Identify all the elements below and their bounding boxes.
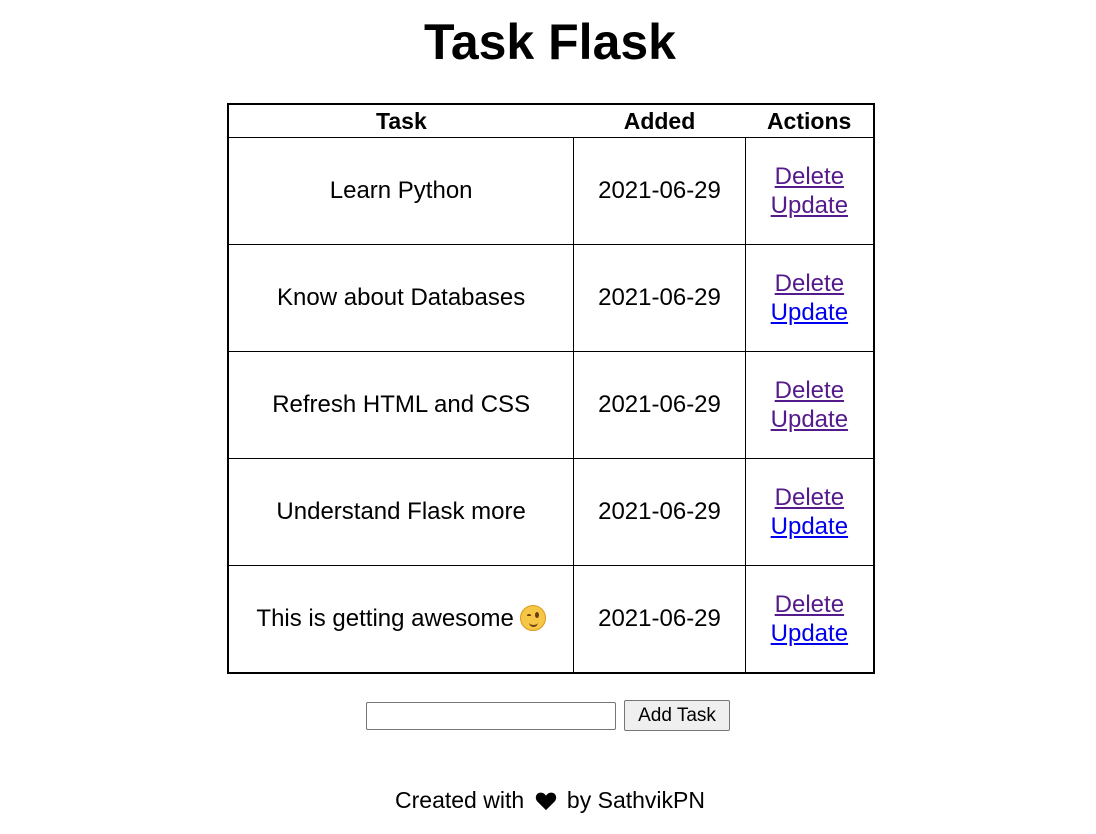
footer: Created with by SathvikPN xyxy=(0,786,1096,814)
table-row: This is getting awesome 2021-06-29 Delet… xyxy=(227,565,875,674)
table-row: Know about Databases 2021-06-29 Delete U… xyxy=(227,244,875,352)
column-header-actions: Actions xyxy=(745,104,874,138)
task-text: This is getting awesome xyxy=(256,605,514,632)
footer-suffix: by SathvikPN xyxy=(566,787,705,813)
added-cell: 2021-06-29 xyxy=(573,565,746,674)
tasks-table: Task Added Actions Learn Python 2021-06-… xyxy=(227,103,875,674)
table-header-row: Task Added Actions xyxy=(228,104,874,138)
delete-link[interactable]: Delete xyxy=(746,590,873,619)
delete-link[interactable]: Delete xyxy=(746,483,873,512)
page: Task Flask Task Added Actions Learn Pyth… xyxy=(0,0,1096,834)
delete-link[interactable]: Delete xyxy=(746,269,873,298)
table-row: Understand Flask more 2021-06-29 Delete … xyxy=(227,458,875,566)
update-link[interactable]: Update xyxy=(746,191,873,220)
added-cell: 2021-06-29 xyxy=(573,244,746,352)
added-cell: 2021-06-29 xyxy=(573,137,746,245)
column-header-added: Added xyxy=(573,104,746,138)
table-row: Learn Python 2021-06-29 Delete Update xyxy=(227,137,875,245)
update-link[interactable]: Update xyxy=(746,512,873,541)
update-link[interactable]: Update xyxy=(746,619,873,648)
added-cell: 2021-06-29 xyxy=(573,351,746,459)
actions-cell: Delete Update xyxy=(744,244,875,352)
task-input[interactable] xyxy=(366,701,616,730)
task-cell: Refresh HTML and CSS xyxy=(227,351,575,459)
task-cell: This is getting awesome xyxy=(227,565,575,674)
page-title: Task Flask xyxy=(423,14,676,70)
task-cell: Learn Python xyxy=(227,137,575,245)
actions-cell: Delete Update xyxy=(744,458,875,566)
actions-cell: Delete Update xyxy=(744,565,875,674)
footer-prefix: Created with xyxy=(395,787,525,813)
table-row: Refresh HTML and CSS 2021-06-29 Delete U… xyxy=(227,351,875,459)
update-link[interactable]: Update xyxy=(746,405,873,434)
task-cell: Understand Flask more xyxy=(227,458,575,566)
add-task-button[interactable]: Add Task xyxy=(624,700,730,731)
winking-face-icon xyxy=(519,605,546,631)
delete-link[interactable]: Delete xyxy=(746,376,873,405)
actions-cell: Delete Update xyxy=(744,351,875,459)
heart-icon xyxy=(535,792,556,811)
add-task-form: Add Task xyxy=(366,700,730,731)
update-link[interactable]: Update xyxy=(746,298,873,327)
added-cell: 2021-06-29 xyxy=(573,458,746,566)
delete-link[interactable]: Delete xyxy=(746,162,873,191)
actions-cell: Delete Update xyxy=(744,137,875,245)
task-cell: Know about Databases xyxy=(227,244,575,352)
column-header-task: Task xyxy=(228,104,574,138)
